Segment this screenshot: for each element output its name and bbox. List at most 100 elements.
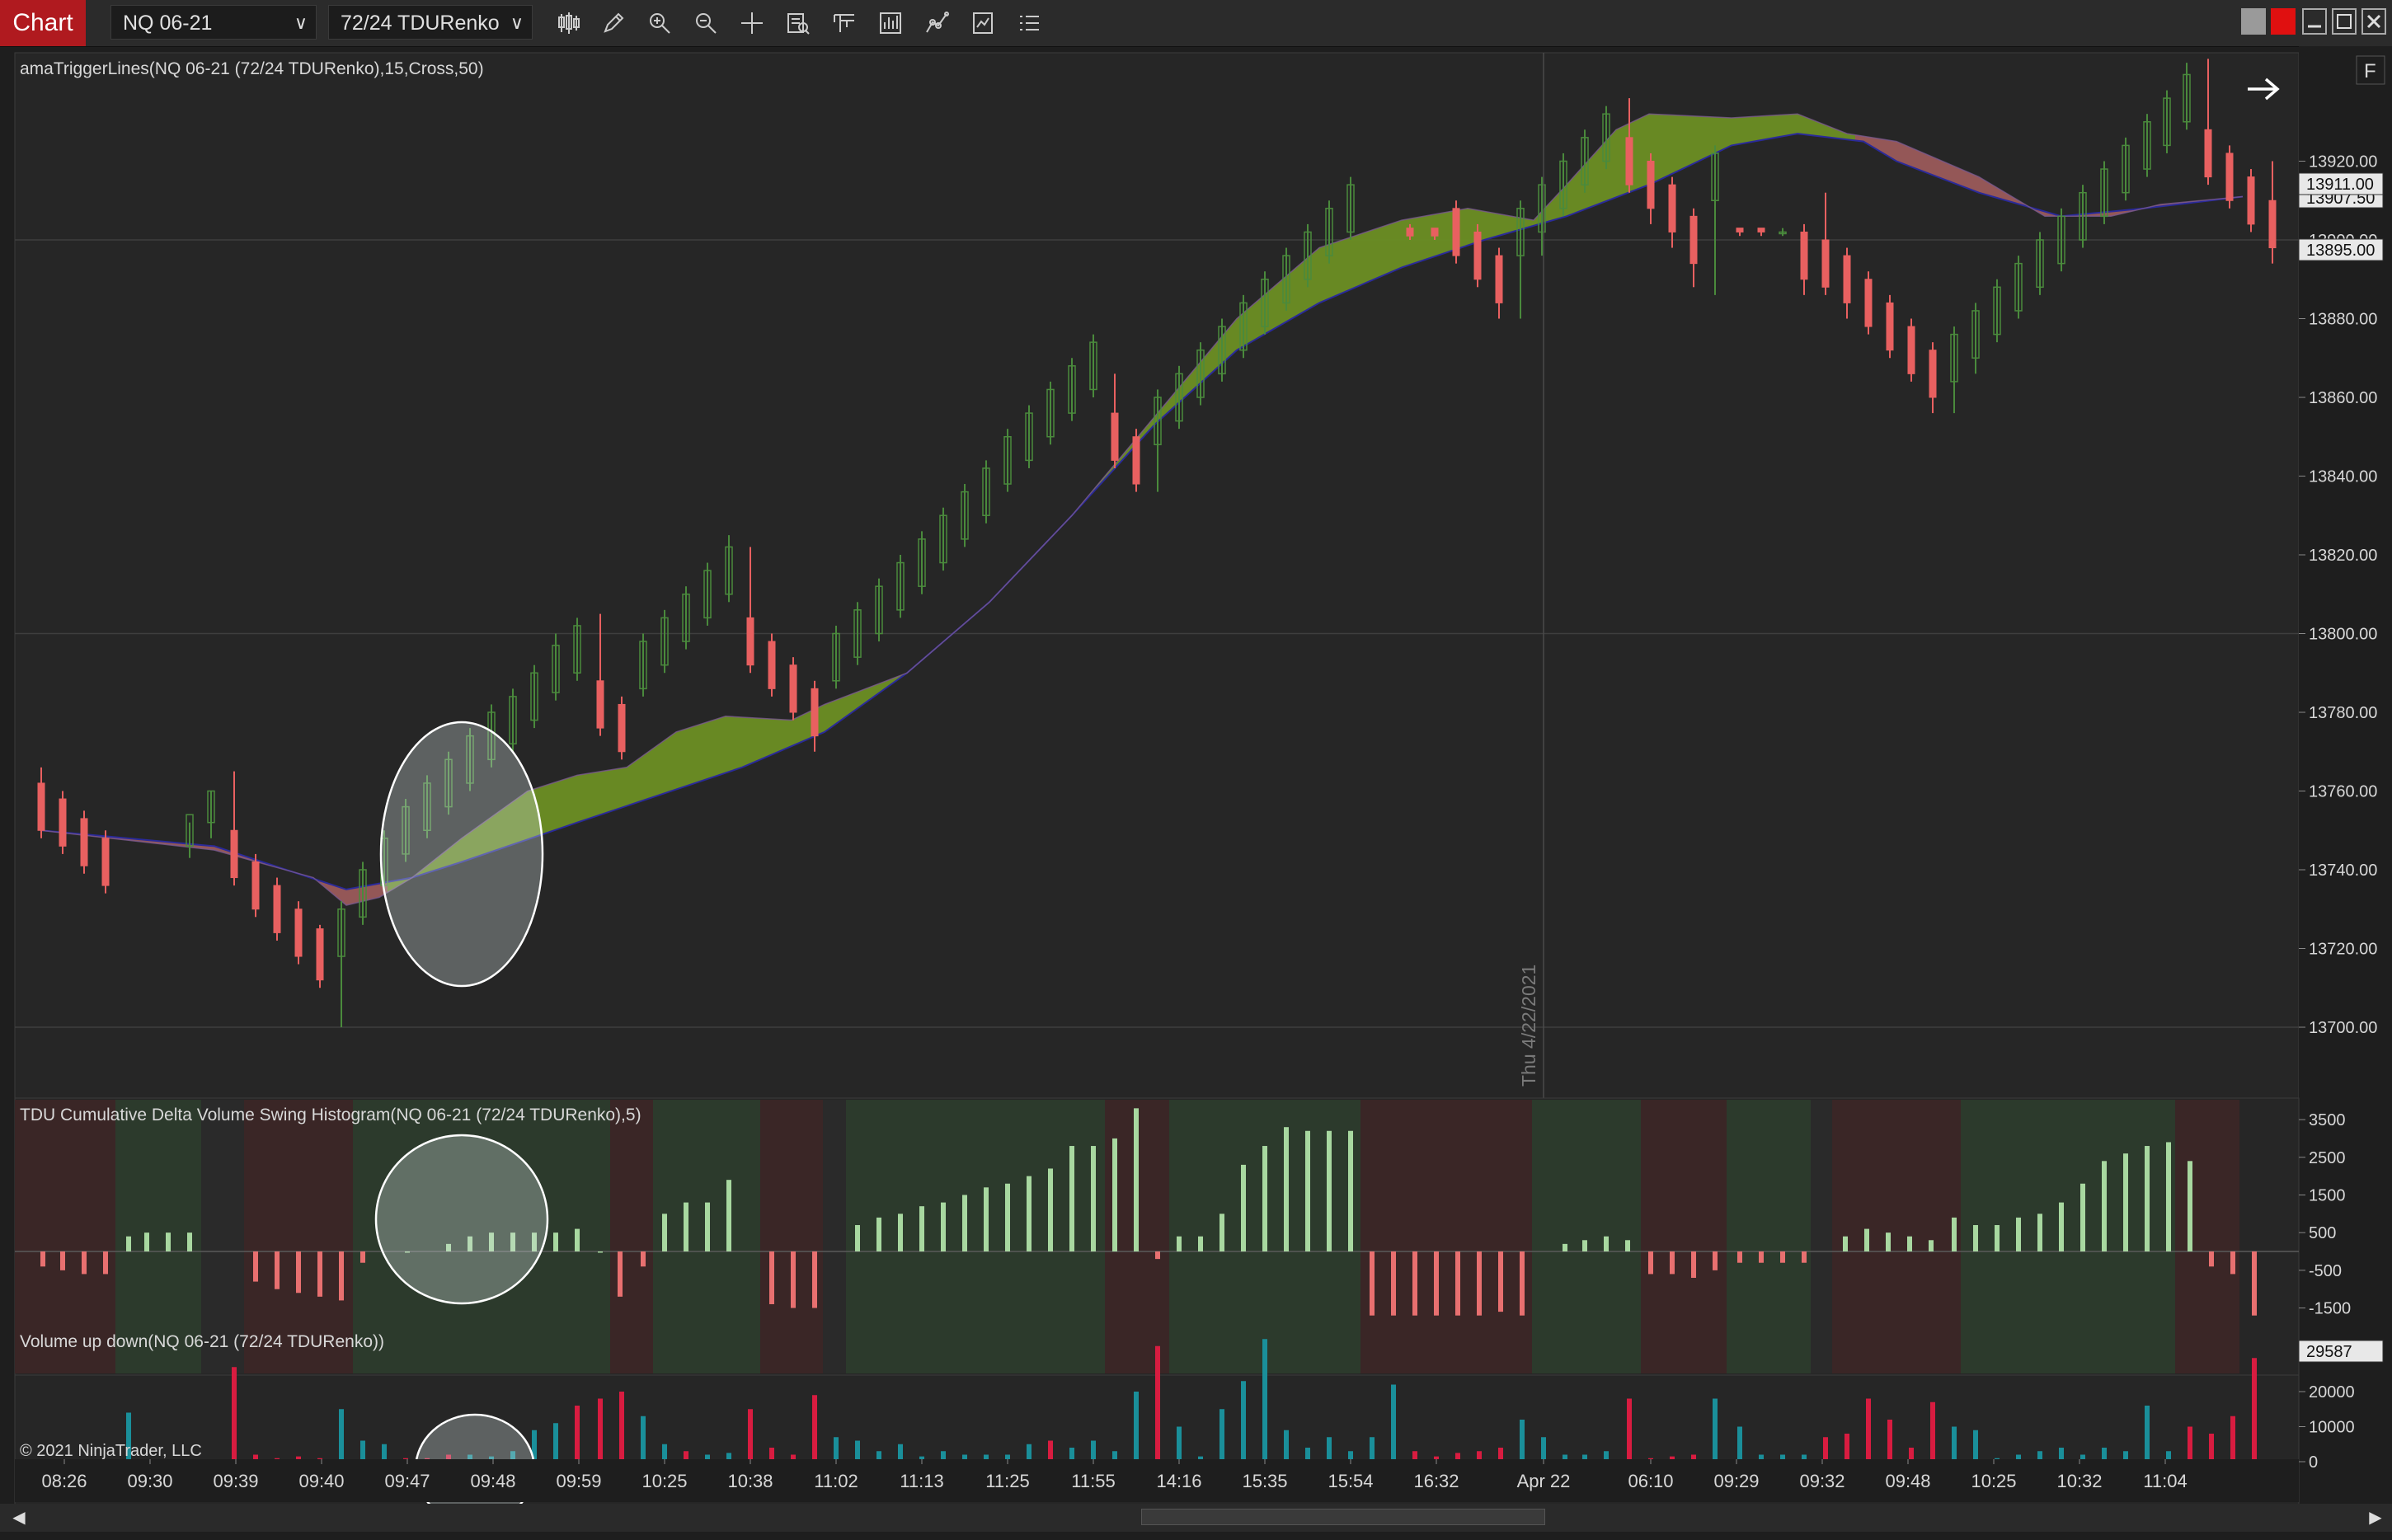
copyright-text: © 2021 NinjaTrader, LLC xyxy=(20,1442,202,1460)
volume-bar xyxy=(641,1416,646,1462)
time-tick-label: Apr 22 xyxy=(1517,1471,1571,1491)
volume-bar xyxy=(1823,1437,1828,1462)
swing-zone xyxy=(1811,1100,1832,1373)
delta-bar xyxy=(40,1251,45,1267)
delta-bar xyxy=(1563,1243,1567,1251)
delta-bar xyxy=(103,1251,108,1275)
candle-body xyxy=(1821,239,1830,288)
volume-bar xyxy=(1134,1392,1139,1462)
delta-bar xyxy=(1262,1146,1267,1251)
candle-body xyxy=(1864,279,1873,327)
candle-body xyxy=(251,861,260,910)
indicators-icon[interactable] xyxy=(874,7,907,40)
zoom-out-icon[interactable] xyxy=(689,7,722,40)
list-icon[interactable] xyxy=(1013,7,1046,40)
delta-bar xyxy=(553,1232,558,1251)
candle-body xyxy=(273,885,281,933)
volume-bar xyxy=(232,1367,237,1462)
instrument-selector[interactable]: NQ 06-21 ∨ xyxy=(110,5,317,40)
volume-bar xyxy=(1219,1409,1224,1462)
candle-body xyxy=(1647,161,1655,209)
scroll-right-icon[interactable]: ▶ xyxy=(2363,1504,2388,1532)
bar-type-selector[interactable]: 72/24 TDURenko ∨ xyxy=(328,5,533,40)
volume-bar xyxy=(1370,1437,1375,1462)
delta-bar xyxy=(1370,1251,1375,1316)
candle-body xyxy=(596,680,604,729)
crosshair-icon[interactable] xyxy=(735,7,768,40)
time-tick-label: 15:54 xyxy=(1328,1471,1373,1491)
scroll-left-icon[interactable]: ◀ xyxy=(7,1504,31,1532)
horizontal-scrollbar[interactable]: ◀ ▶ xyxy=(0,1504,2392,1532)
time-tick-label: 16:32 xyxy=(1413,1471,1459,1491)
time-tick-label: 06:10 xyxy=(1628,1471,1673,1491)
volume-bar xyxy=(339,1409,344,1462)
candle-body xyxy=(811,688,819,737)
swing-zone xyxy=(1360,1100,1532,1373)
delta-bar xyxy=(2145,1146,2150,1251)
candle-body xyxy=(1431,228,1439,237)
delta-bar xyxy=(1759,1251,1764,1263)
delta-bar xyxy=(726,1180,731,1251)
swing-zone xyxy=(1832,1100,1961,1373)
data-box-icon[interactable] xyxy=(782,7,815,40)
delta-bar xyxy=(1305,1130,1310,1251)
volume-bar xyxy=(1952,1426,1957,1462)
close-icon[interactable] xyxy=(2361,8,2386,35)
gray-square-icon[interactable] xyxy=(2241,8,2266,35)
volume-bar xyxy=(2252,1358,2257,1462)
candle-body xyxy=(1929,350,1937,398)
zoom-in-icon[interactable] xyxy=(643,7,676,40)
volume-bar xyxy=(1930,1401,1935,1462)
delta-bar xyxy=(1327,1130,1332,1251)
red-square-icon[interactable] xyxy=(2271,8,2296,35)
time-tick-label: 11:25 xyxy=(985,1471,1029,1491)
delta-bar xyxy=(962,1195,967,1251)
strategies-icon[interactable] xyxy=(920,7,953,40)
delta-bar xyxy=(1477,1251,1482,1316)
volume-bar xyxy=(1973,1430,1978,1462)
delta-bar xyxy=(1091,1146,1096,1251)
volume-bar xyxy=(1241,1381,1246,1462)
bar-style-icon[interactable] xyxy=(552,7,585,40)
properties-icon[interactable] xyxy=(828,7,861,40)
highlight-ellipse-delta xyxy=(374,1134,549,1305)
delta-bar xyxy=(575,1228,580,1251)
scroll-thumb[interactable] xyxy=(1141,1509,1545,1525)
candle-body xyxy=(1625,137,1633,185)
delta-bar xyxy=(296,1251,301,1294)
delta-tick-label: -1500 xyxy=(2309,1300,2351,1318)
chevron-down-icon: ∨ xyxy=(510,12,524,33)
delta-bar xyxy=(1713,1251,1718,1270)
volume-bar xyxy=(1284,1430,1289,1462)
toolbar: Chart NQ 06-21 ∨ 72/24 TDURenko ∨ xyxy=(0,0,2392,47)
delta-bar xyxy=(791,1251,796,1308)
price-axis-bg xyxy=(2299,46,2392,1504)
draw-pencil-icon[interactable] xyxy=(597,7,630,40)
volume-bar xyxy=(748,1409,753,1462)
delta-bar xyxy=(82,1251,87,1275)
volume-tick-label: 10000 xyxy=(2309,1419,2355,1437)
volume-bar xyxy=(1391,1384,1396,1462)
price-tick-label: 13740.00 xyxy=(2309,862,2377,880)
candle-body xyxy=(1886,302,1894,351)
price-tag-label: 13895.00 xyxy=(2306,242,2375,260)
minimize-icon[interactable] xyxy=(2302,8,2327,35)
chart-window: Chart NQ 06-21 ∨ 72/24 TDURenko ∨ Thu 4/… xyxy=(0,0,2392,1540)
candle-body xyxy=(1800,231,1808,280)
volume-bar xyxy=(2145,1406,2150,1462)
delta-bar xyxy=(1498,1251,1503,1312)
delta-bar xyxy=(769,1251,774,1304)
delta-bar xyxy=(1348,1130,1353,1251)
maximize-icon[interactable] xyxy=(2332,8,2357,35)
templates-icon[interactable] xyxy=(966,7,999,40)
volume-bar xyxy=(2209,1434,2214,1462)
price-tick-label: 13880.00 xyxy=(2309,311,2377,329)
chart-area[interactable]: Thu 4/22/2021 amaTriggerLines(NQ 06-21 (… xyxy=(0,46,2392,1504)
time-tick-label: 09:47 xyxy=(384,1471,430,1491)
delta-bar xyxy=(1995,1225,2000,1251)
delta-bar xyxy=(1048,1168,1053,1251)
volume-bar xyxy=(598,1398,603,1462)
swing-zone xyxy=(1532,1100,1641,1373)
volume-bar xyxy=(1887,1420,1892,1462)
price-tag-label: 13911.00 xyxy=(2306,176,2374,194)
